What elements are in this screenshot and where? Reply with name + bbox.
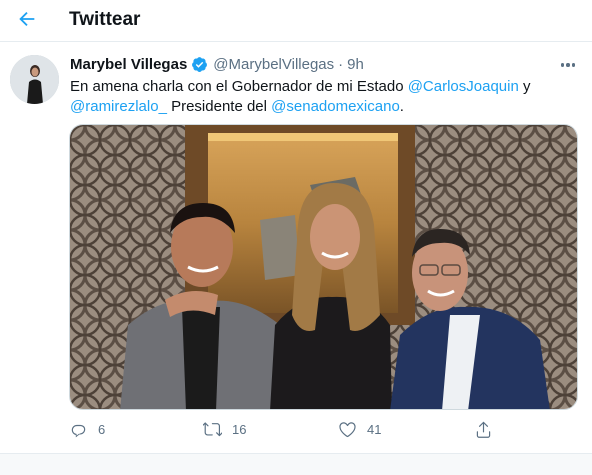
- share-icon: [476, 421, 491, 438]
- tweet-text-part: En amena charla con el Gobernador de mi …: [70, 78, 408, 95]
- author-name[interactable]: Marybel Villegas: [70, 56, 187, 73]
- retweet-button[interactable]: 16: [203, 420, 246, 439]
- tweet-actions: 6 16 41: [0, 420, 592, 446]
- bottom-divider: [0, 453, 592, 475]
- retweet-count: 16: [232, 422, 247, 437]
- mention-link[interactable]: @ramirezlalo_: [70, 98, 167, 115]
- tweet-text-part: Presidente del: [166, 98, 272, 115]
- arrow-left-icon: [19, 11, 35, 27]
- more-dot: [566, 63, 570, 67]
- separator-dot: ·: [338, 56, 344, 73]
- tweet-photo[interactable]: [69, 124, 578, 410]
- more-dot: [571, 63, 576, 67]
- tweet-text-part: y: [518, 78, 531, 95]
- more-options-button[interactable]: [556, 53, 580, 77]
- tweet: Marybel Villegas @MarybelVillegas · 9h E…: [0, 43, 592, 453]
- author-handle[interactable]: @MarybelVillegas: [213, 56, 334, 73]
- more-dot: [560, 63, 565, 67]
- reply-icon: [71, 424, 86, 438]
- reply-button[interactable]: 6: [69, 420, 105, 439]
- retweet-icon: [203, 422, 222, 437]
- mention-link[interactable]: @senadomexicano: [271, 98, 400, 115]
- tweet-author-row: Marybel Villegas @MarybelVillegas · 9h: [70, 56, 364, 73]
- tweet-time[interactable]: 9h: [347, 56, 364, 73]
- page-title: Twittear: [69, 9, 141, 30]
- verified-badge-icon: [192, 57, 208, 72]
- tweet-text: En amena charla con el Gobernador de mi …: [70, 77, 575, 117]
- reply-count: 6: [98, 422, 106, 437]
- like-button[interactable]: 41: [338, 420, 381, 439]
- back-button[interactable]: [12, 4, 42, 34]
- tweet-text-part: .: [399, 98, 404, 115]
- share-button[interactable]: [474, 420, 493, 439]
- top-header: Twittear: [0, 0, 592, 42]
- avatar[interactable]: [10, 55, 59, 104]
- like-count: 41: [367, 422, 382, 437]
- heart-icon: [339, 422, 356, 438]
- mention-link[interactable]: @CarlosJoaquin: [408, 78, 519, 95]
